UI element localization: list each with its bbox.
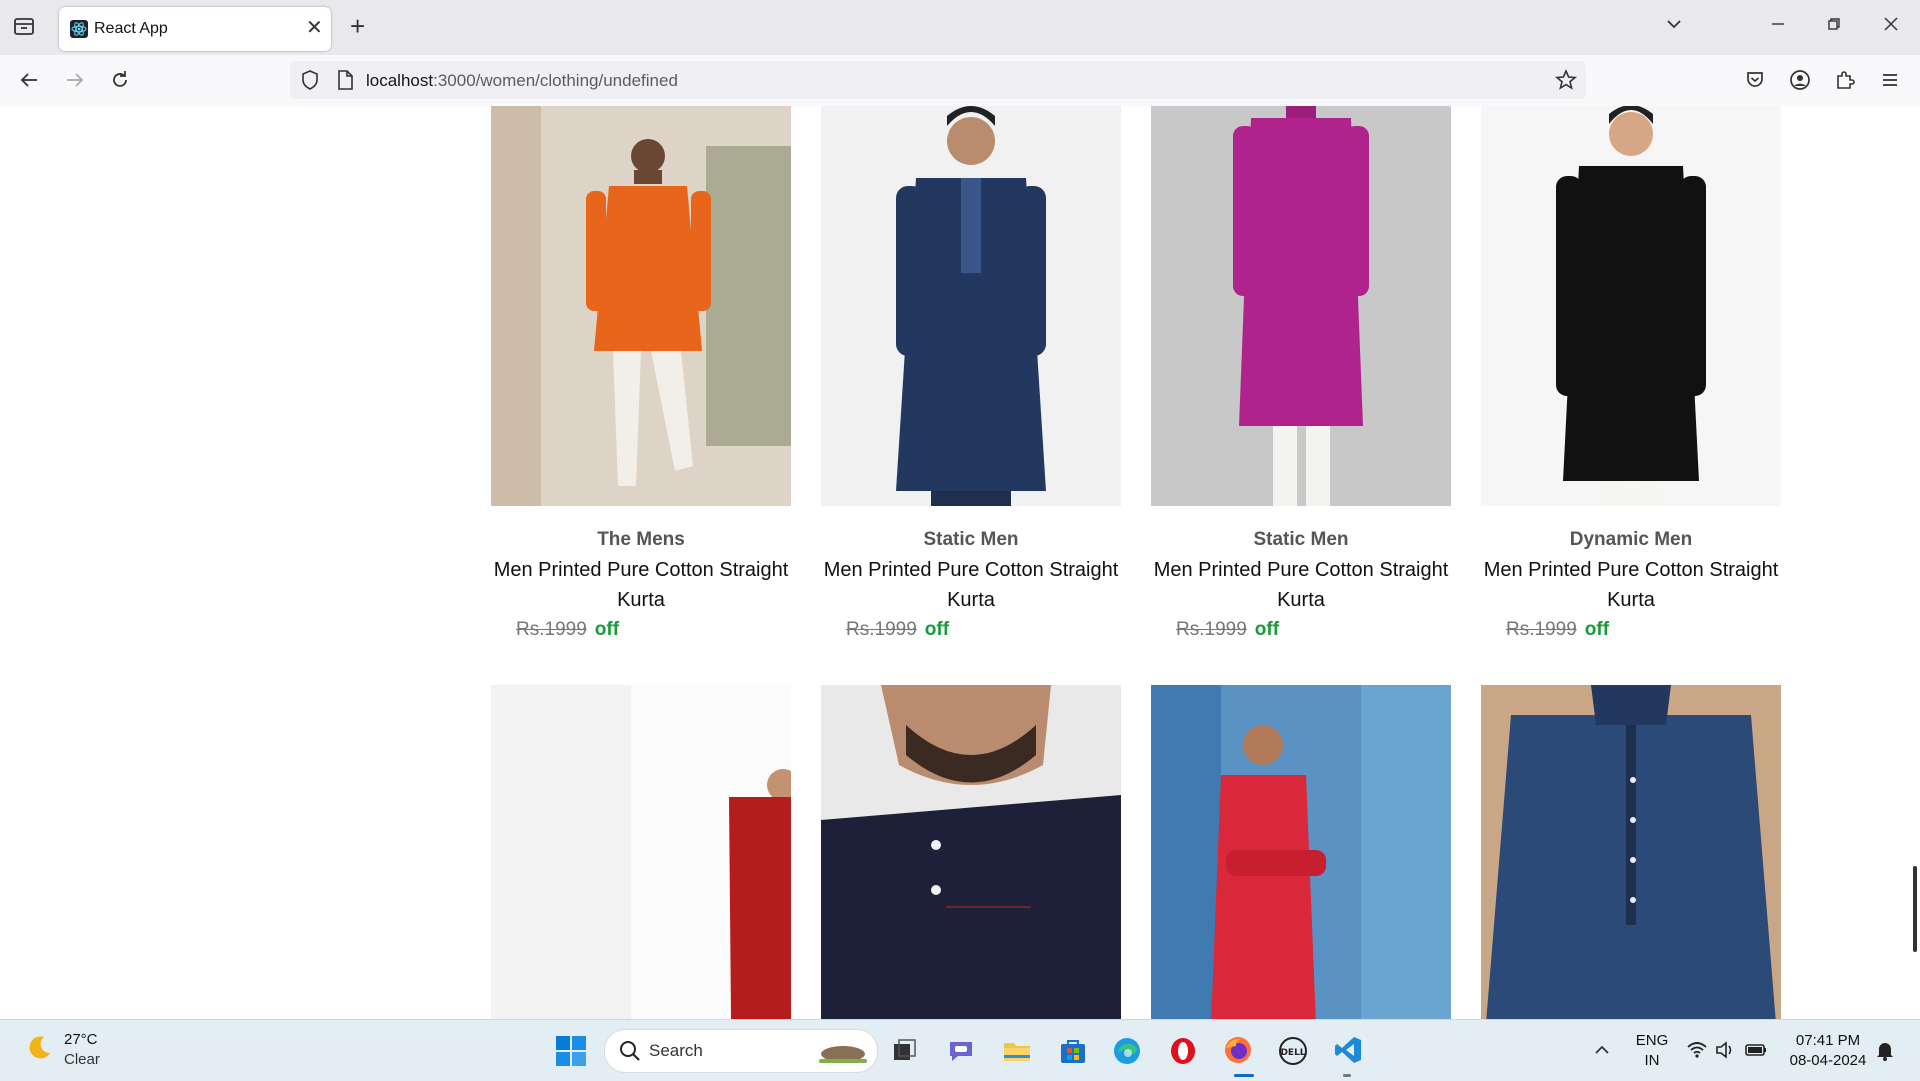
active-app-indicator xyxy=(1234,1074,1254,1077)
product-brand: Static Men xyxy=(923,529,1019,550)
list-all-tabs-icon[interactable] xyxy=(1662,12,1686,41)
back-arrow-icon[interactable] xyxy=(17,68,41,97)
discount-label: off xyxy=(924,619,950,640)
reload-icon[interactable] xyxy=(108,68,132,97)
tab-list-icon[interactable] xyxy=(12,14,36,43)
url-path: :3000/women/clothing/undefined xyxy=(433,71,678,90)
minimize-icon[interactable] xyxy=(1766,12,1790,41)
product-card[interactable]: Static Men Men Printed Pure Cotton Strai… xyxy=(1151,106,1451,645)
navigation-bar: localhost:3000/women/clothing/undefined xyxy=(0,55,1920,107)
account-icon[interactable] xyxy=(1788,68,1812,97)
edge-browser-icon[interactable] xyxy=(1112,1036,1142,1071)
product-card[interactable]: The Mens Men Printed Pure Cotton Straigh… xyxy=(491,106,791,645)
product-image[interactable] xyxy=(1151,106,1451,506)
clock-date[interactable]: 08-04-2024 xyxy=(1780,1052,1876,1069)
product-name: Men Printed Pure Cotton Straight Kurta xyxy=(823,559,1119,611)
react-logo-icon xyxy=(70,20,88,38)
tab-title: React App xyxy=(94,20,168,37)
windows-taskbar: 27°C Clear Search DELL ENG IN 07:41 PM 0… xyxy=(0,1019,1920,1081)
microsoft-store-icon[interactable] xyxy=(1058,1036,1088,1071)
language-region[interactable]: IN xyxy=(1634,1052,1670,1069)
price-row: Rs.1999 off xyxy=(1506,615,1781,645)
product-image[interactable] xyxy=(491,685,791,1019)
dell-app-icon[interactable]: DELL xyxy=(1278,1036,1308,1071)
running-app-indicator xyxy=(1343,1074,1351,1077)
file-explorer-icon[interactable] xyxy=(1002,1036,1032,1071)
restore-icon[interactable] xyxy=(1822,12,1846,41)
notification-bell-icon[interactable] xyxy=(1874,1039,1896,1066)
weather-temperature[interactable]: 27°C xyxy=(64,1031,98,1048)
product-card[interactable] xyxy=(1151,685,1451,1019)
show-hidden-icons-icon[interactable] xyxy=(1591,1039,1613,1066)
page-content: The Mens Men Printed Pure Cotton Straigh… xyxy=(0,106,1920,1019)
close-window-icon[interactable] xyxy=(1879,12,1903,41)
product-image[interactable] xyxy=(821,106,1121,506)
pocket-icon[interactable] xyxy=(1743,68,1767,97)
new-tab-button[interactable]: + xyxy=(350,12,365,40)
tab-bar: React App ✕ + xyxy=(0,0,1920,55)
url-text[interactable]: localhost:3000/women/clothing/undefined xyxy=(366,71,678,91)
product-card[interactable] xyxy=(1481,685,1781,1019)
language-code[interactable]: ENG xyxy=(1634,1032,1670,1049)
taskbar-search[interactable]: Search xyxy=(604,1029,878,1073)
product-price: Rs.1999 xyxy=(1176,619,1247,640)
hamburger-menu-icon[interactable] xyxy=(1878,68,1902,97)
price-row: Rs.1999 off xyxy=(846,615,1121,645)
product-brand: The Mens xyxy=(597,529,685,550)
discount-label: off xyxy=(1584,619,1610,640)
opera-browser-icon[interactable] xyxy=(1168,1036,1198,1071)
discount-label: off xyxy=(594,619,620,640)
moon-weather-icon[interactable] xyxy=(24,1033,54,1068)
firefox-browser-icon[interactable] xyxy=(1222,1034,1254,1071)
search-label: Search xyxy=(649,1041,703,1060)
url-host: localhost xyxy=(366,71,434,90)
price-row: Rs.1999 off xyxy=(1176,615,1451,645)
wifi-icon[interactable] xyxy=(1686,1039,1708,1066)
search-icon xyxy=(619,1040,641,1067)
task-view-icon[interactable] xyxy=(892,1038,918,1069)
product-card[interactable] xyxy=(821,685,1121,1019)
product-card[interactable] xyxy=(491,685,791,1019)
product-price: Rs.1999 xyxy=(516,619,587,640)
product-card[interactable]: Dynamic Men Men Printed Pure Cotton Stra… xyxy=(1481,106,1781,645)
product-image[interactable] xyxy=(1481,685,1781,1019)
bookmark-star-icon[interactable] xyxy=(1554,68,1578,97)
product-price: Rs.1999 xyxy=(846,619,917,640)
product-image[interactable] xyxy=(491,106,791,506)
price-row: Rs.1999 off xyxy=(516,615,791,645)
scrollbar-thumb[interactable] xyxy=(1913,866,1917,952)
product-name: Men Printed Pure Cotton Straight Kurta xyxy=(1483,559,1779,611)
svg-text:DELL: DELL xyxy=(1280,1048,1305,1058)
discount-label: off xyxy=(1254,619,1280,640)
tab-close-icon[interactable]: ✕ xyxy=(306,16,323,40)
shield-icon[interactable] xyxy=(298,68,322,97)
product-brand: Dynamic Men xyxy=(1569,529,1693,550)
forward-arrow-icon[interactable] xyxy=(63,68,87,97)
product-card[interactable]: Static Men Men Printed Pure Cotton Strai… xyxy=(821,106,1121,645)
product-image[interactable] xyxy=(1151,685,1451,1019)
extensions-icon[interactable] xyxy=(1833,68,1857,97)
vscode-icon[interactable] xyxy=(1333,1035,1363,1070)
teams-chat-icon[interactable] xyxy=(946,1036,976,1071)
battery-icon[interactable] xyxy=(1744,1039,1768,1066)
product-image[interactable] xyxy=(1481,106,1781,506)
weather-description[interactable]: Clear xyxy=(64,1051,100,1068)
clock-time[interactable]: 07:41 PM xyxy=(1780,1032,1876,1049)
address-bar[interactable]: localhost:3000/women/clothing/undefined xyxy=(290,61,1586,99)
page-icon[interactable] xyxy=(334,68,356,97)
product-price: Rs.1999 xyxy=(1506,619,1577,640)
product-name: Men Printed Pure Cotton Straight Kurta xyxy=(1153,559,1449,611)
windows-start-icon[interactable] xyxy=(556,1036,586,1071)
product-image[interactable] xyxy=(821,685,1121,1019)
product-name: Men Printed Pure Cotton Straight Kurta xyxy=(493,559,789,611)
product-brand: Static Men xyxy=(1253,529,1349,550)
volume-icon[interactable] xyxy=(1714,1039,1736,1066)
browser-tab[interactable]: React App ✕ xyxy=(59,7,331,51)
search-highlight-icon xyxy=(815,1040,871,1069)
